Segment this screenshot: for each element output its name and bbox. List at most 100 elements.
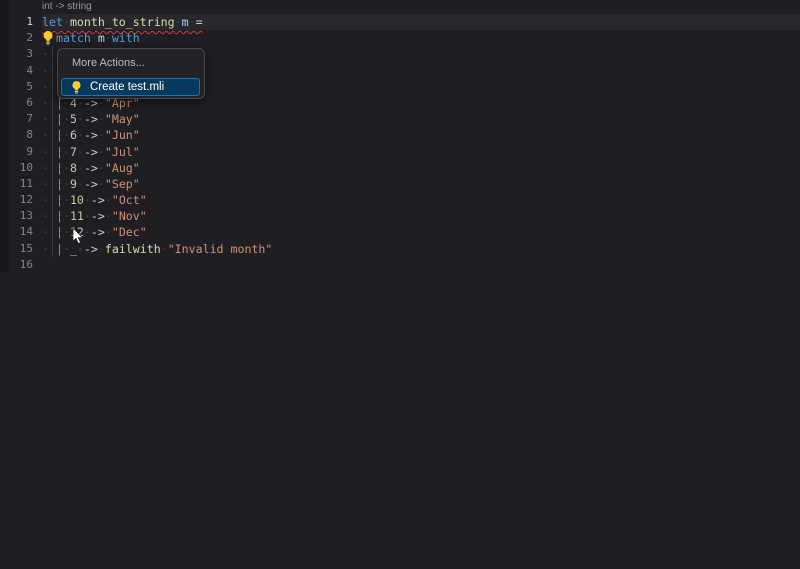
code-token: ·· [42,161,56,175]
code-token: · [77,128,84,142]
line-number[interactable]: 2 [0,30,42,46]
code-token: · [63,177,70,191]
code-token: "Invalid month" [168,242,273,256]
code-lines: int -> string 1let·month_to_string·m·=2·… [0,0,800,273]
code-token: · [63,128,70,142]
code-token: | [56,209,63,223]
code-line[interactable]: 16 [0,257,800,273]
code-token: -> [91,225,105,239]
line-number[interactable]: 1 [0,14,42,30]
code-token: ·· [42,145,56,159]
code-token: · [77,145,84,159]
indent-guide [52,46,53,257]
code-token: 8 [70,161,77,175]
code-token: failwith [105,242,161,256]
code-line-content: ··|·6·->·"Jun" [42,127,800,143]
code-line[interactable]: 15··|·_·->·failwith·"Invalid month" [0,241,800,257]
code-action-menu: More Actions... Create test.mli [57,48,205,99]
line-number[interactable]: 8 [0,127,42,143]
code-token: · [77,177,84,191]
code-editor: int -> string 1let·month_to_string·m·=2·… [0,0,800,569]
code-token: · [63,161,70,175]
code-token: · [63,15,70,29]
code-token: 6 [70,128,77,142]
code-token: · [98,242,105,256]
code-token: ·· [42,128,56,142]
code-line-content: ··match·m·with [42,30,800,46]
lightbulb-icon[interactable] [42,31,54,45]
code-token: | [56,177,63,191]
line-number[interactable]: 14 [0,224,42,240]
code-token: | [56,128,63,142]
code-line[interactable]: 2··match·m·with [0,30,800,46]
line-number[interactable]: 7 [0,111,42,127]
codelens-type-hint[interactable]: int -> string [42,0,92,14]
code-token: · [63,225,70,239]
code-token: let [42,15,63,29]
code-token: -> [84,161,98,175]
code-token: m [98,31,105,45]
line-number[interactable]: 16 [0,257,42,273]
code-line-content: ··|·7·->·"Jul" [42,144,800,160]
code-line-content: ··|·10·->·"Oct" [42,192,800,208]
code-token: · [84,193,91,207]
code-token: "Jul" [105,145,140,159]
code-line[interactable]: 7··|·5·->·"May" [0,111,800,127]
code-line[interactable]: 9··|·7·->·"Jul" [0,144,800,160]
line-number[interactable]: 9 [0,144,42,160]
code-token: = [196,15,203,29]
code-token: · [77,161,84,175]
line-number[interactable]: 10 [0,160,42,176]
line-number[interactable]: 15 [0,241,42,257]
code-line[interactable]: 10··|·8·->·"Aug" [0,160,800,176]
code-token: "Dec" [112,225,147,239]
code-token: · [98,112,105,126]
code-token: ·· [42,177,56,191]
code-token: · [77,112,84,126]
code-token: · [105,209,112,223]
code-token: ·· [42,64,56,78]
code-token: ·· [42,47,56,61]
code-token: "Jun" [105,128,140,142]
code-line[interactable]: 12··|·10·->·"Oct" [0,192,800,208]
line-number[interactable]: 4 [0,63,42,79]
code-line[interactable]: 14··|·12·->·"Dec" [0,224,800,240]
code-token: -> [84,177,98,191]
code-token: m [182,15,189,29]
code-token: · [105,31,112,45]
code-token: · [63,209,70,223]
code-line[interactable]: 1let·month_to_string·m·= [0,14,800,30]
code-line[interactable]: 8··|·6·->·"Jun" [0,127,800,143]
code-token: · [189,15,196,29]
line-number[interactable]: 6 [0,95,42,111]
code-line[interactable]: 13··|·11·->·"Nov" [0,208,800,224]
code-token: ·· [42,242,56,256]
code-token: · [63,112,70,126]
code-token: -> [84,112,98,126]
code-token: ·· [42,80,56,94]
more-actions-item[interactable]: More Actions... [72,57,145,69]
line-number[interactable]: 12 [0,192,42,208]
code-token: | [56,145,63,159]
code-token: "Sep" [105,177,140,191]
code-token: · [91,31,98,45]
code-token: · [175,15,182,29]
code-action-create-test-mli[interactable]: Create test.mli [61,78,200,96]
line-number[interactable]: 13 [0,208,42,224]
line-number[interactable]: 11 [0,176,42,192]
code-token: match [56,31,91,45]
line-number[interactable]: 5 [0,79,42,95]
code-token: 10 [70,193,84,207]
code-token: ·· [42,193,56,207]
code-token: -> [84,128,98,142]
code-token: | [56,225,63,239]
code-line[interactable]: 11··|·9·->·"Sep" [0,176,800,192]
code-token: · [98,177,105,191]
code-token: with [112,31,140,45]
code-token: "Oct" [112,193,147,207]
code-token: -> [91,193,105,207]
code-token: -> [84,145,98,159]
line-number[interactable]: 3 [0,46,42,62]
code-token: 11 [70,209,84,223]
code-token: · [98,128,105,142]
